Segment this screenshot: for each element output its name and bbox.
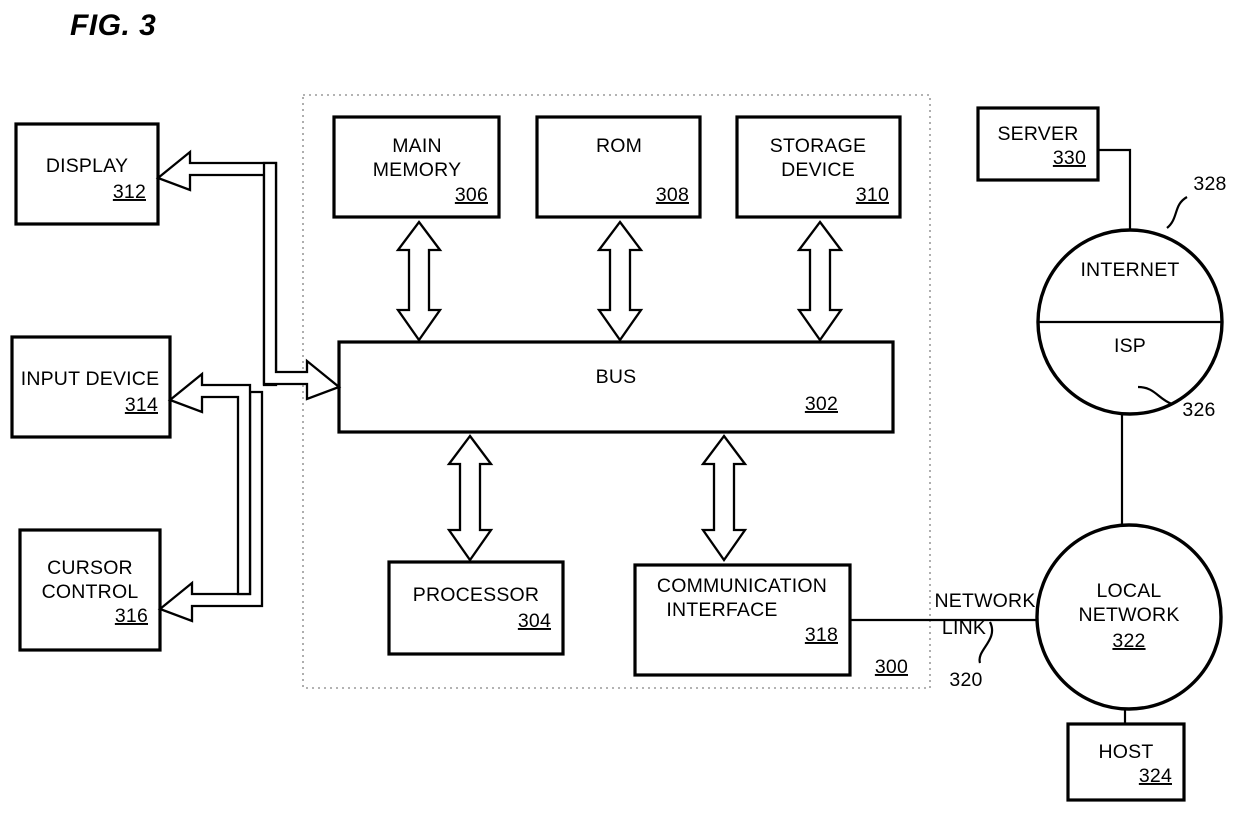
storage-device-label-2: DEVICE bbox=[781, 159, 855, 181]
storage-device-ref: 310 bbox=[856, 184, 889, 206]
internet-ref-leader bbox=[1166, 196, 1188, 229]
processor-ref: 304 bbox=[518, 610, 551, 632]
rom-label: ROM bbox=[596, 135, 642, 157]
host-label: HOST bbox=[1099, 741, 1154, 763]
processor-label: PROCESSOR bbox=[413, 584, 539, 606]
internet-label: INTERNET bbox=[1080, 259, 1179, 281]
display-ref: 312 bbox=[113, 181, 146, 203]
rom-bus-arrow bbox=[596, 220, 644, 343]
main-memory-ref: 306 bbox=[455, 184, 488, 206]
network-link-label-1: NETWORK bbox=[934, 590, 1035, 612]
computer-system-ref: 300 bbox=[875, 656, 908, 678]
network-link-label-2: LINK bbox=[942, 617, 986, 639]
bus-to-display-arrow bbox=[155, 149, 278, 387]
server-label: SERVER bbox=[997, 123, 1078, 145]
figure-title: FIG. 3 bbox=[70, 9, 156, 42]
storage-device-label-1: STORAGE bbox=[770, 135, 866, 157]
bus-ref: 302 bbox=[805, 393, 838, 415]
main-memory-label-2: MEMORY bbox=[373, 159, 462, 181]
communication-interface-label-2: INTERFACE bbox=[666, 599, 777, 621]
processor-box[interactable] bbox=[387, 560, 565, 656]
isp-label: ISP bbox=[1114, 335, 1146, 357]
rom-ref: 308 bbox=[656, 184, 689, 206]
isp-ref: 326 bbox=[1182, 399, 1215, 421]
network-link-ref: 320 bbox=[949, 669, 982, 691]
cursor-control-label-2: CONTROL bbox=[42, 581, 139, 603]
patent-figure-3: FIG. 3 DISPLAY 312 INPUT DEVICE 314 CURS… bbox=[0, 0, 1239, 814]
communication-interface-ref: 318 bbox=[805, 624, 838, 646]
cursor-control-label-1: CURSOR bbox=[47, 557, 133, 579]
input-device-ref: 314 bbox=[125, 394, 158, 416]
input-device-to-bus-arrow bbox=[262, 161, 342, 401]
server-ref: 330 bbox=[1053, 147, 1086, 169]
local-network-label-1: LOCAL bbox=[1097, 580, 1162, 602]
main-memory-bus-arrow bbox=[395, 220, 443, 343]
input-device-label: INPUT DEVICE bbox=[21, 368, 160, 390]
local-network-label-2: NETWORK bbox=[1078, 604, 1179, 626]
host-ref: 324 bbox=[1139, 765, 1172, 787]
communication-interface-label-1: COMMUNICATION bbox=[657, 575, 827, 597]
server-internet-connector bbox=[1098, 148, 1132, 230]
storage-device-bus-arrow bbox=[796, 220, 844, 343]
bus-label: BUS bbox=[596, 366, 637, 388]
main-memory-label-1: MAIN bbox=[392, 135, 442, 157]
bus-processor-arrow bbox=[446, 434, 494, 563]
figure-canvas: FIG. 3 DISPLAY 312 INPUT DEVICE 314 CURS… bbox=[10, 9, 1226, 802]
bus-to-input-device-arrow bbox=[167, 371, 252, 596]
internet-ref: 328 bbox=[1193, 173, 1226, 195]
local-network-ref: 322 bbox=[1112, 630, 1145, 652]
cursor-control-ref: 316 bbox=[115, 605, 148, 627]
bus-communication-interface-arrow bbox=[700, 434, 748, 563]
display-label: DISPLAY bbox=[46, 155, 128, 177]
